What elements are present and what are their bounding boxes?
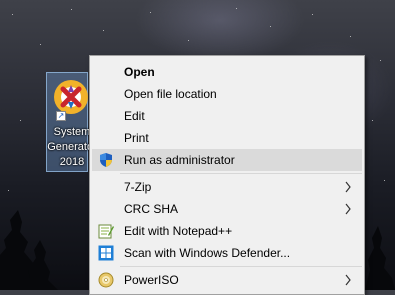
context-menu: Open Open file location Edit Print Run a… — [89, 55, 365, 295]
menu-item-edit-with-notepad-plus-plus[interactable]: Edit with Notepad++ — [92, 220, 362, 242]
menu-item-label: Open — [124, 65, 155, 79]
menu-item-label: Print — [124, 131, 149, 145]
menu-item-poweriso[interactable]: PowerISO — [92, 269, 362, 291]
menu-item-label: Scan with Windows Defender... — [124, 246, 291, 260]
menu-item-7zip[interactable]: 7-Zip — [92, 176, 362, 198]
menu-item-run-as-administrator[interactable]: Run as administrator — [92, 149, 362, 171]
menu-item-scan-with-windows-defender[interactable]: Scan with Windows Defender... — [92, 242, 362, 264]
submenu-chevron-right-icon — [345, 274, 351, 286]
menu-separator — [120, 173, 362, 174]
menu-item-label: Open file location — [124, 87, 217, 101]
menu-separator — [120, 266, 362, 267]
menu-item-edit[interactable]: Edit — [92, 105, 362, 127]
menu-item-print[interactable]: Print — [92, 127, 362, 149]
menu-item-label: Edit with Notepad++ — [124, 224, 233, 238]
menu-item-label: PowerISO — [124, 273, 179, 287]
menu-item-label: Edit — [124, 109, 145, 123]
menu-item-label: Run as administrator — [124, 153, 235, 167]
poweriso-disc-icon — [98, 272, 114, 288]
menu-item-open[interactable]: Open — [92, 61, 362, 83]
shortcut-arrow-icon: ↗ — [56, 111, 66, 121]
notepad-plus-plus-icon — [98, 224, 114, 239]
menu-item-open-file-location[interactable]: Open file location — [92, 83, 362, 105]
menu-item-label: 7-Zip — [124, 180, 152, 194]
menu-item-crc-sha[interactable]: CRC SHA — [92, 198, 362, 220]
submenu-chevron-right-icon — [345, 203, 351, 215]
uac-shield-icon — [100, 153, 112, 167]
submenu-chevron-right-icon — [345, 181, 351, 193]
menu-item-label: CRC SHA — [124, 202, 179, 216]
windows-defender-icon — [98, 245, 114, 261]
desktop-shortcut-system-generator[interactable]: ↗ System Generator 2018 — [46, 72, 97, 172]
